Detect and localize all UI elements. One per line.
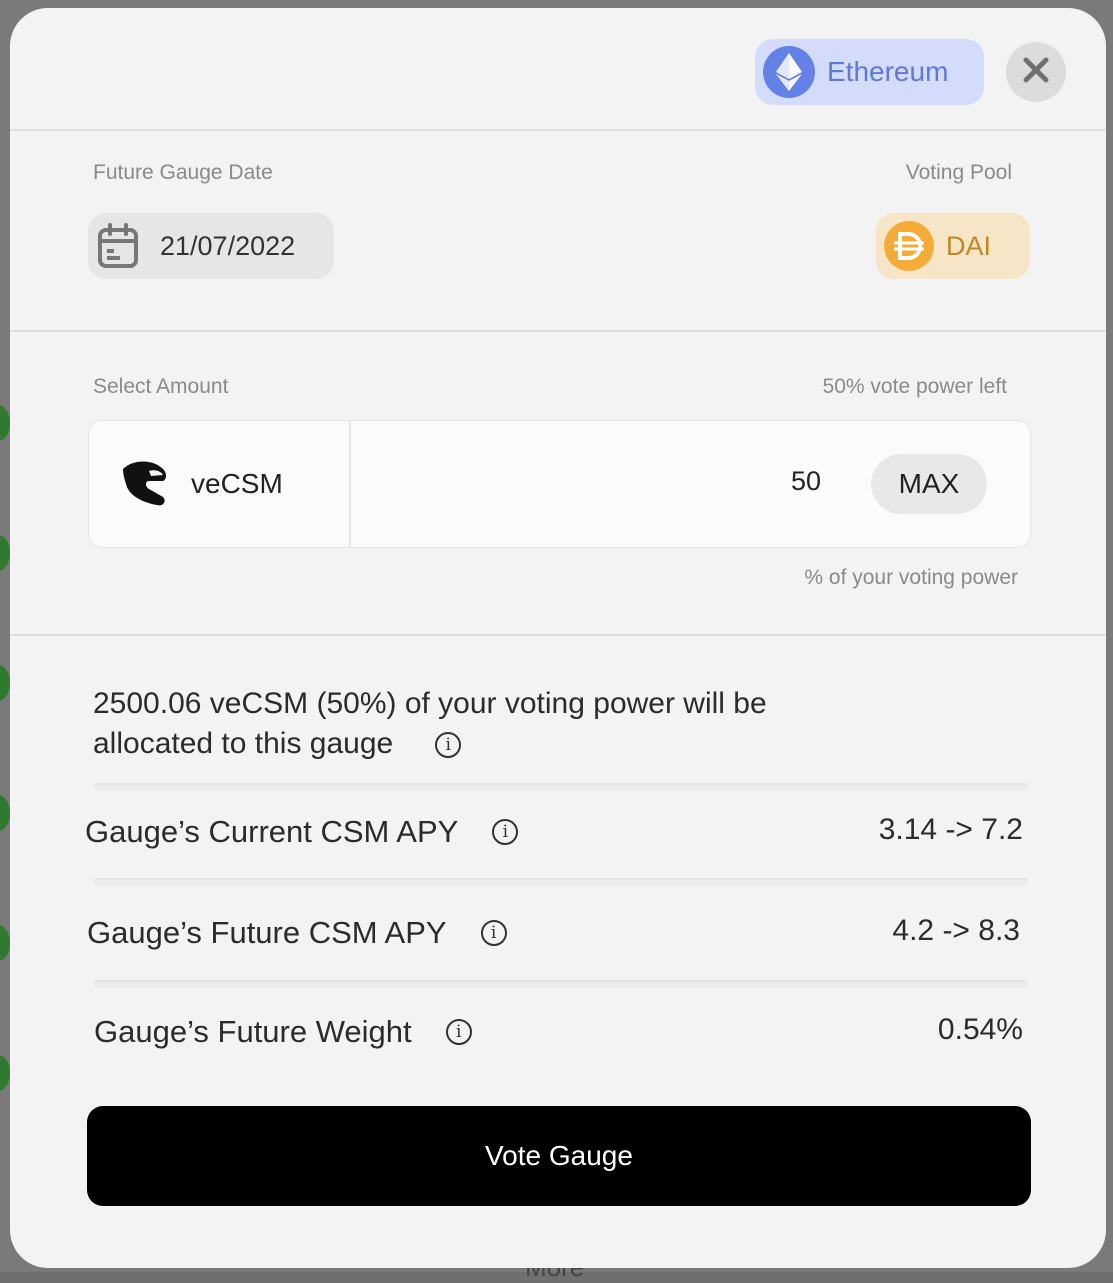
row-separator xyxy=(94,980,1028,988)
row-separator xyxy=(94,783,1028,791)
close-icon xyxy=(1023,57,1049,88)
stat-value-current-apy: 3.14 -> 7.2 xyxy=(878,813,1023,846)
stat-value-future-weight: 0.54% xyxy=(937,1013,1023,1046)
voting-pool-label: Voting Pool xyxy=(905,161,1012,184)
background-status-dot xyxy=(0,925,10,961)
stat-label: Gauge’s Current CSM APY xyxy=(85,814,459,849)
stat-row-current-apy: Gauge’s Current CSM APY i xyxy=(85,808,519,856)
allocation-summary: 2500.06 veCSM (50%) of your voting power… xyxy=(93,684,853,764)
future-gauge-date-picker[interactable]: 21/07/2022 xyxy=(88,213,334,279)
amount-input[interactable]: 50 xyxy=(791,466,821,497)
info-icon[interactable]: i xyxy=(492,819,519,845)
row-separator xyxy=(94,878,1028,886)
background-status-dot xyxy=(0,535,10,571)
voting-pool-token: DAI xyxy=(946,230,992,261)
stat-row-future-apy: Gauge’s Future CSM APY i xyxy=(87,909,507,957)
stat-value-future-apy: 4.2 -> 8.3 xyxy=(892,914,1020,947)
ethereum-icon xyxy=(763,46,815,98)
info-icon[interactable]: i xyxy=(480,920,507,946)
background-status-dot xyxy=(0,795,10,831)
vote-power-left: 50% vote power left xyxy=(822,375,1007,398)
vote-gauge-modal: Ethereum Future Gauge Date Voting Pool 2… xyxy=(10,8,1106,1268)
max-button[interactable]: MAX xyxy=(871,454,987,514)
stat-label: Gauge’s Future CSM APY xyxy=(87,915,447,950)
select-amount-label: Select Amount xyxy=(93,375,229,398)
future-gauge-date-value: 21/07/2022 xyxy=(160,230,296,261)
stat-label: Gauge’s Future Weight xyxy=(94,1014,412,1049)
allocation-summary-text: allocated to this gauge xyxy=(93,727,394,760)
section-divider xyxy=(10,330,1106,332)
close-button[interactable] xyxy=(1006,42,1066,102)
voting-power-hint: % of your voting power xyxy=(804,566,1018,589)
stat-row-future-weight: Gauge’s Future Weight i xyxy=(94,1008,472,1056)
future-gauge-date-label: Future Gauge Date xyxy=(93,161,273,184)
token-label: veCSM xyxy=(191,468,283,499)
section-divider xyxy=(10,634,1106,636)
background-status-dot xyxy=(0,665,10,701)
info-icon[interactable]: i xyxy=(435,732,462,759)
network-label: Ethereum xyxy=(827,56,949,87)
background-status-dot xyxy=(0,405,10,441)
header-divider xyxy=(10,129,1106,131)
background-status-dot xyxy=(0,1055,10,1091)
csm-helmet-icon xyxy=(119,457,173,511)
allocation-summary-line: 2500.06 veCSM (50%) of your voting power… xyxy=(93,687,767,720)
allocation-summary-line: allocated to this gauge i xyxy=(93,724,853,764)
amount-input-group: veCSM 50 MAX xyxy=(88,420,1031,548)
token-selector: veCSM xyxy=(89,421,351,547)
calendar-icon xyxy=(96,222,140,270)
info-icon[interactable]: i xyxy=(445,1019,472,1045)
vote-gauge-button[interactable]: Vote Gauge xyxy=(87,1106,1031,1206)
dai-icon xyxy=(884,221,934,271)
voting-pool-selector[interactable]: DAI xyxy=(876,213,1030,279)
network-selector[interactable]: Ethereum xyxy=(755,39,984,105)
